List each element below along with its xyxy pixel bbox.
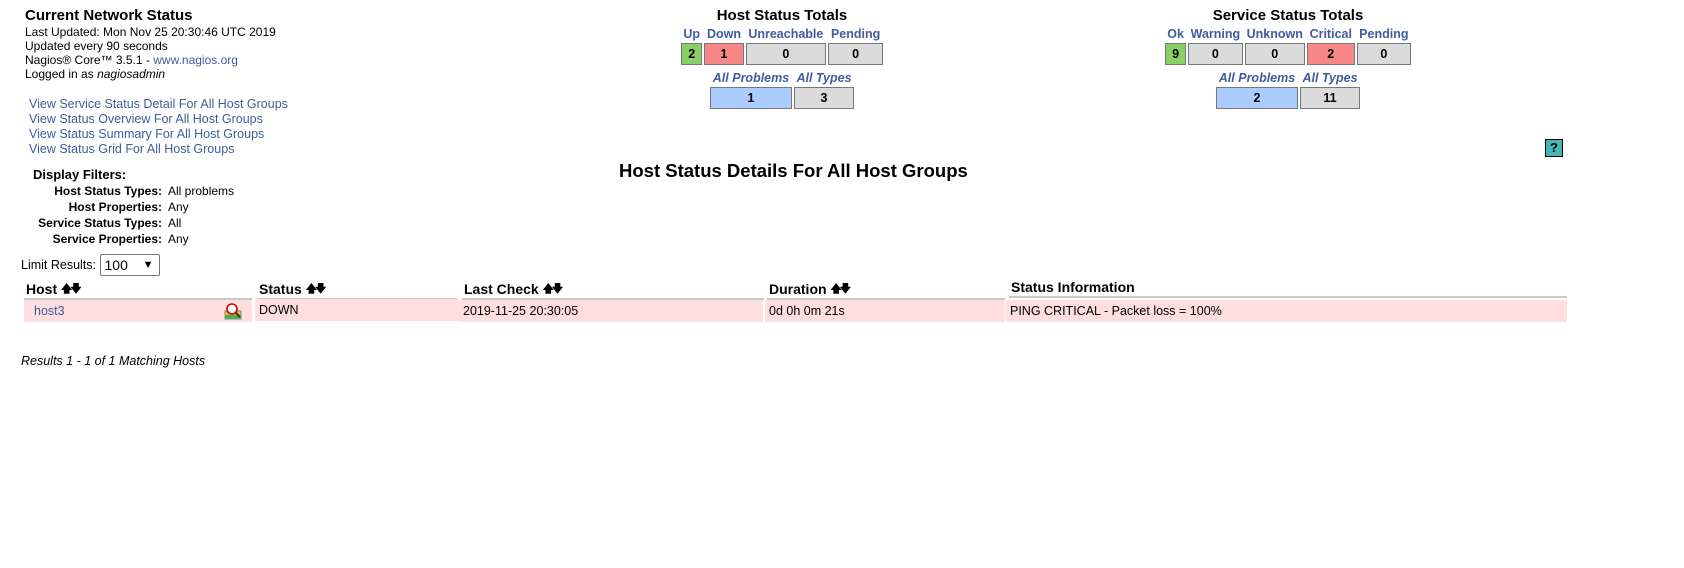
- status-cell: DOWN: [255, 299, 459, 321]
- column-header-last-check[interactable]: Last Check 🡅🡇: [462, 278, 764, 300]
- service-header-unknown[interactable]: Unknown: [1245, 27, 1305, 41]
- host-count-all-types: 3: [794, 87, 854, 109]
- host-status-totals: Host Status Totals Up Down Unreachable P…: [679, 7, 885, 111]
- nagios-link[interactable]: www.nagios.org: [153, 53, 238, 67]
- column-header-status-information: Status Information: [1009, 276, 1567, 298]
- filter-value: Any: [168, 200, 189, 214]
- service-count-all-types: 11: [1300, 87, 1360, 109]
- service-count-critical: 2: [1306, 43, 1355, 65]
- last-check-cell: 2019-11-25 20:30:05: [459, 300, 763, 322]
- host-count-up: 2: [681, 43, 703, 65]
- host-count-pending: 0: [828, 43, 883, 65]
- column-label: Last Check: [464, 281, 539, 297]
- service-count-ok: 9: [1165, 43, 1187, 65]
- service-summary-table: All Problems All Types 2 11: [1214, 69, 1362, 111]
- link-status-grid[interactable]: View Status Grid For All Host Groups: [29, 142, 288, 157]
- service-header-critical[interactable]: Critical: [1307, 27, 1355, 41]
- service-header-all-problems[interactable]: All Problems: [1216, 71, 1298, 85]
- service-status-totals: Service Status Totals Ok Warning Unknown…: [1163, 7, 1413, 111]
- host-header-pending[interactable]: Pending: [828, 27, 883, 41]
- limit-value: 100: [104, 257, 128, 273]
- column-header-host[interactable]: Host 🡅🡇: [24, 278, 252, 300]
- column-label: Host: [26, 281, 58, 297]
- logged-prefix: Logged in as: [25, 67, 98, 81]
- filter-value: All: [168, 216, 182, 230]
- extended-info-icon[interactable]: [224, 302, 242, 320]
- update-interval: Updated every 90 seconds: [25, 39, 168, 53]
- host-summary-table: All Problems All Types 1 3: [708, 69, 856, 111]
- filters-title: Display Filters:: [33, 167, 127, 182]
- host-totals-table: Up Down Unreachable Pending 2 1 0 0: [679, 25, 885, 67]
- sort-arrows-icon[interactable]: 🡅🡇: [306, 283, 327, 295]
- service-header-warning[interactable]: Warning: [1188, 27, 1242, 41]
- chevron-down-icon: ▼: [142, 259, 154, 271]
- filter-label: Service Status Types:: [38, 216, 162, 230]
- link-status-summary[interactable]: View Status Summary For All Host Groups: [29, 127, 288, 142]
- logged-in: Logged in as nagiosadmin: [25, 67, 276, 81]
- info-box: Current Network Status Last Updated: Mon…: [25, 7, 276, 81]
- filter-label: Host Status Types:: [54, 184, 162, 198]
- service-header-ok[interactable]: Ok: [1165, 27, 1186, 41]
- host-header-all-types[interactable]: All Types: [794, 71, 854, 85]
- results-count: Results 1 - 1 of 1 Matching Hosts: [21, 354, 206, 368]
- service-header-pending[interactable]: Pending: [1357, 27, 1411, 41]
- filter-value: All problems: [168, 184, 235, 198]
- core-version: Nagios® Core™ 3.5.1 - www.nagios.org: [25, 53, 276, 67]
- service-totals-table: Ok Warning Unknown Critical Pending 9 0 …: [1163, 25, 1413, 67]
- host-link[interactable]: host3: [34, 304, 65, 318]
- core-prefix: Nagios® Core™ 3.5.1 -: [25, 53, 154, 67]
- limit-select[interactable]: 100 ▼: [99, 254, 160, 276]
- limit-label: Limit Results:: [21, 258, 97, 272]
- host-cell: host3: [24, 300, 252, 322]
- filter-row-host-properties: Host Properties: Any: [2, 200, 189, 214]
- host-header-down[interactable]: Down: [704, 27, 743, 41]
- host-totals-title: Host Status Totals: [716, 7, 848, 24]
- filter-row-service-properties: Service Properties: Any: [2, 232, 189, 246]
- info-title: Current Network Status: [25, 7, 193, 24]
- service-count-unknown: 0: [1244, 43, 1305, 65]
- page-title: Host Status Details For All Host Groups: [619, 160, 968, 181]
- column-label: Status: [259, 281, 302, 297]
- column-header-duration[interactable]: Duration 🡅🡇: [767, 278, 1005, 300]
- filter-value: Any: [168, 232, 189, 246]
- status-information-cell: PING CRITICAL - Packet loss = 100%: [1006, 300, 1567, 322]
- service-count-warning: 0: [1188, 43, 1243, 65]
- service-count-all-problems: 2: [1216, 87, 1298, 109]
- duration-cell: 0d 0h 0m 21s: [765, 300, 1005, 322]
- column-label: Status Information: [1011, 279, 1135, 295]
- service-count-pending: 0: [1356, 43, 1411, 65]
- view-links: View Service Status Detail For All Host …: [29, 97, 288, 157]
- help-icon[interactable]: ?: [1545, 139, 1563, 157]
- host-header-all-problems[interactable]: All Problems: [710, 71, 792, 85]
- filter-row-host-status-types: Host Status Types: All problems: [2, 184, 234, 198]
- link-status-overview[interactable]: View Status Overview For All Host Groups: [29, 112, 288, 127]
- service-header-all-types[interactable]: All Types: [1300, 71, 1360, 85]
- filter-label: Host Properties:: [68, 200, 162, 214]
- host-header-up[interactable]: Up: [681, 27, 702, 41]
- filter-row-service-status-types: Service Status Types: All: [2, 216, 181, 230]
- host-count-all-problems: 1: [710, 87, 792, 109]
- sort-arrows-icon[interactable]: 🡅🡇: [830, 283, 851, 295]
- host-count-unreachable: 0: [745, 43, 827, 65]
- limit-results: Limit Results: 100 ▼: [21, 254, 160, 276]
- column-header-status[interactable]: Status 🡅🡇: [257, 278, 457, 300]
- logged-user: nagiosadmin: [97, 67, 166, 81]
- sort-arrows-icon[interactable]: 🡅🡇: [61, 283, 82, 295]
- host-count-down: 1: [704, 43, 744, 65]
- sort-arrows-icon[interactable]: 🡅🡇: [543, 283, 564, 295]
- last-updated: Last Updated: Mon Nov 25 20:30:46 UTC 20…: [25, 25, 276, 39]
- service-totals-title: Service Status Totals: [1212, 7, 1364, 24]
- filter-label: Service Properties:: [52, 232, 162, 246]
- column-label: Duration: [769, 281, 827, 297]
- link-service-detail[interactable]: View Service Status Detail For All Host …: [29, 97, 288, 112]
- host-header-unreachable[interactable]: Unreachable: [746, 27, 827, 41]
